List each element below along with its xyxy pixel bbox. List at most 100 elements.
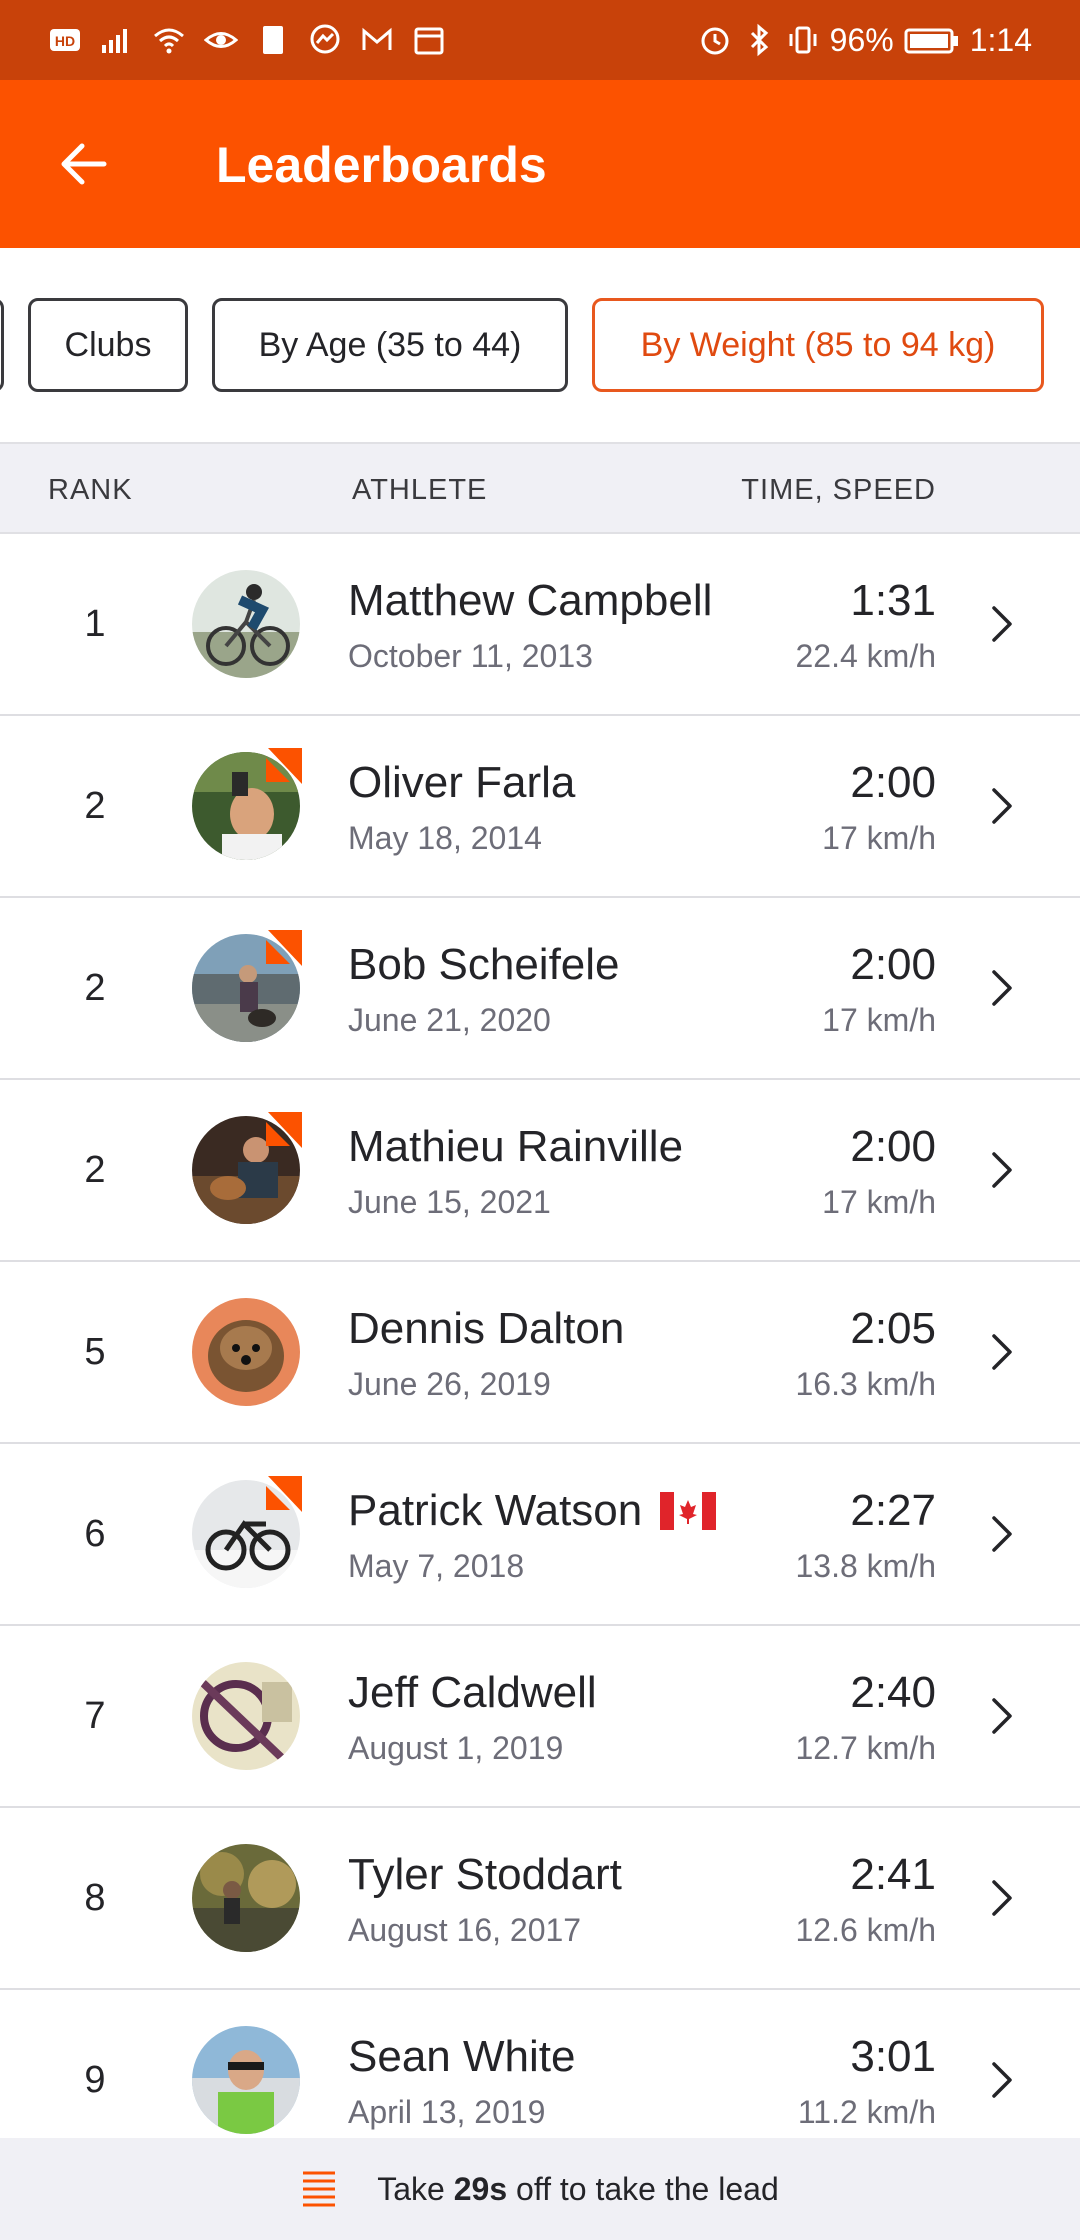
effort-time: 3:01 [850,2032,936,2081]
header-athlete: ATHLETE [352,474,488,506]
banner-amount: 29s [453,2170,508,2207]
filter-chip-by-weight[interactable]: By Weight (85 to 94 kg) [592,298,1044,392]
avatar[interactable] [192,1662,300,1770]
effort-time: 2:00 [850,940,936,989]
athlete-name: Matthew Campbell [348,576,713,625]
effort-time: 1:31 [850,576,936,625]
chevron-right-icon [992,1516,1012,1552]
leaderboard-row[interactable]: 2 Oliver Farla May 18, 2014 2:00 17 km/h [0,716,1080,898]
filter-chips: Clubs By Age (35 to 44) By Weight (85 to… [0,248,1080,442]
avatar[interactable] [192,1298,300,1406]
effort-date: May 18, 2014 [348,820,542,856]
effort-date: August 1, 2019 [348,1730,564,1766]
chevron-right-icon [992,788,1012,824]
chevron-right-icon [992,970,1012,1006]
list-lines-icon [303,2171,336,2207]
calendar-icon [412,23,446,57]
leaderboard-list: 1 Matthew Campbell October 11, 2013 1:31… [0,534,1080,2172]
effort-time: 2:00 [850,1122,936,1171]
page-title: Leaderboards [216,137,547,193]
leaderboard-row[interactable]: 2 Bob Scheifele June 21, 2020 2:00 17 km… [0,898,1080,1080]
eye-icon [204,23,238,57]
signal-icon [100,23,134,57]
app-bar: Leaderboards [0,80,1080,248]
chevron-right-icon [992,1152,1012,1188]
effort-time: 2:27 [850,1486,936,1535]
leaderboard-row[interactable]: 8 Tyler Stoddart August 16, 2017 2:41 12… [0,1808,1080,1990]
effort-speed: 22.4 km/h [795,638,936,674]
svg-text:HD: HD [55,33,75,49]
effort-time: 2:40 [850,1668,936,1717]
row-rank: 2 [84,966,106,1009]
effort-date: June 15, 2021 [348,1184,551,1220]
effort-speed: 16.3 km/h [795,1366,936,1402]
leaderboard-row[interactable]: 2 Mathieu Rainville June 15, 2021 2:00 1… [0,1080,1080,1262]
leaderboard-row[interactable]: 6 Patrick Watson May 7, 2018 2:27 13.8 k… [0,1444,1080,1626]
clock: 1:14 [969,21,1032,58]
effort-date: April 13, 2019 [348,2094,546,2130]
effort-speed: 17 km/h [822,1002,936,1038]
battery-percent: 96% [829,21,894,58]
effort-date: May 7, 2018 [348,1548,525,1584]
chevron-right-icon [992,606,1012,642]
status-bar-left-icons: HD [48,20,446,60]
banner-text: Take 29s off to take the lead [377,2170,779,2207]
row-rank: 1 [84,602,106,645]
effort-time: 2:05 [850,1304,936,1353]
alarm-icon [698,23,732,57]
vibrate-icon [786,23,820,57]
leaderboard-row[interactable]: 7 Jeff Caldwell August 1, 2019 2:40 12.7… [0,1626,1080,1808]
athlete-name: Dennis Dalton [348,1304,625,1353]
premium-badge-icon [266,748,302,784]
effort-speed: 17 km/h [822,1184,936,1220]
filter-chip-by-age[interactable]: By Age (35 to 44) [212,298,568,392]
athlete-name: Patrick Watson [348,1486,717,1536]
leaderboard-row[interactable]: 1 Matthew Campbell October 11, 2013 1:31… [0,534,1080,716]
avatar[interactable] [192,2026,300,2134]
effort-speed: 17 km/h [822,820,936,856]
athlete-name: Mathieu Rainville [348,1122,684,1171]
bluetooth-icon [742,23,776,57]
battery-icon [904,23,960,57]
effort-date: August 16, 2017 [348,1912,582,1948]
chevron-right-icon [992,1334,1012,1370]
effort-speed: 12.6 km/h [795,1912,936,1948]
effort-date: October 11, 2013 [348,638,593,674]
chevron-right-icon [992,1880,1012,1916]
back-button[interactable] [44,124,124,204]
avatar[interactable] [192,570,300,678]
status-bar-right: 96% 1:14 [698,20,1032,60]
chevron-right-icon [992,1698,1012,1734]
premium-badge-icon [266,930,302,966]
leaderboard-row[interactable]: 5 Dennis Dalton June 26, 2019 2:05 16.3 … [0,1262,1080,1444]
effort-speed: 13.8 km/h [795,1548,936,1584]
premium-badge-icon [266,1476,302,1512]
effort-speed: 11.2 km/h [797,2094,936,2130]
filter-chip-previous[interactable] [0,298,4,392]
sim-icon [256,23,290,57]
premium-badge-icon [266,1112,302,1148]
effort-time: 2:41 [850,1850,936,1899]
effort-date: June 26, 2019 [348,1366,551,1402]
leaderboard-header: RANK ATHLETE TIME, SPEED [0,442,1080,534]
hd-icon: HD [48,23,82,57]
messenger-icon [308,23,342,57]
wifi-icon [152,23,186,57]
effort-time: 2:00 [850,758,936,807]
athlete-name: Sean White [348,2032,576,2081]
chevron-right-icon [992,2062,1012,2098]
filter-chip-clubs[interactable]: Clubs [28,298,188,392]
take-the-lead-banner[interactable]: Take 29s off to take the lead [0,2138,1080,2240]
athlete-name: Oliver Farla [348,758,576,807]
row-rank: 5 [84,1330,106,1373]
row-rank: 8 [84,1876,106,1919]
athlete-name: Bob Scheifele [348,940,620,989]
status-bar: HD 96% 1:14 [0,0,1080,80]
row-rank: 2 [84,1148,106,1191]
row-rank: 6 [84,1512,106,1555]
effort-speed: 12.7 km/h [795,1730,936,1766]
effort-date: June 21, 2020 [348,1002,551,1038]
avatar[interactable] [192,1844,300,1952]
arrow-left-icon [61,143,107,185]
canada-flag-icon [660,1492,717,1530]
